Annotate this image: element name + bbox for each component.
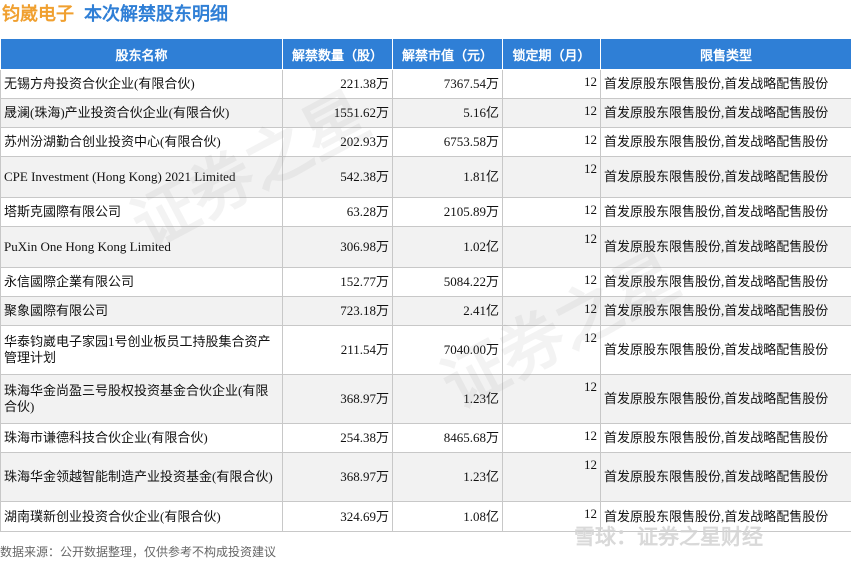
unlock-qty: 368.97万 xyxy=(282,452,393,502)
table-row: 塔斯克國際有限公司 63.28万 2105.89万 12 首发原股东限售股份,首… xyxy=(0,197,851,227)
shareholder-name: 湖南璞新创业投资合伙企业(有限合伙) xyxy=(0,501,283,532)
unlock-value: 1.02亿 xyxy=(392,226,503,268)
company-name: 钧崴电子 xyxy=(2,4,74,25)
restriction-type: 首发原股东限售股份,首发战略配售股份 xyxy=(600,267,851,297)
shareholder-name: 永信國際企業有限公司 xyxy=(0,267,283,297)
unlock-qty: 542.38万 xyxy=(282,156,393,198)
restriction-type: 首发原股东限售股份,首发战略配售股份 xyxy=(600,296,851,326)
shareholder-name: 晟澜(珠海)产业投资合伙企业(有限合伙) xyxy=(0,98,283,128)
table-row: 无锡方舟投资合伙企业(有限合伙) 221.38万 7367.54万 12 首发原… xyxy=(0,69,851,99)
unlock-qty: 254.38万 xyxy=(282,423,393,453)
lock-period: 12 xyxy=(502,374,601,424)
shareholder-name: 苏州汾湖勤合创业投资中心(有限合伙) xyxy=(0,127,283,157)
data-source-note: 数据来源：公开数据整理，仅供参考不构成投资建议 xyxy=(0,545,277,559)
unlock-value: 5084.22万 xyxy=(392,267,503,297)
restriction-type: 首发原股东限售股份,首发战略配售股份 xyxy=(600,197,851,227)
shareholder-name: 塔斯克國際有限公司 xyxy=(0,197,283,227)
unlock-value: 2.41亿 xyxy=(392,296,503,326)
shareholder-name: 无锡方舟投资合伙企业(有限合伙) xyxy=(0,69,283,99)
unlock-qty: 202.93万 xyxy=(282,127,393,157)
table-row: 晟澜(珠海)产业投资合伙企业(有限合伙) 1551.62万 5.16亿 12 首… xyxy=(0,98,851,128)
unlock-value: 1.81亿 xyxy=(392,156,503,198)
restriction-type: 首发原股东限售股份,首发战略配售股份 xyxy=(600,374,851,424)
shareholder-name: 珠海华金领越智能制造产业投资基金(有限合伙) xyxy=(0,452,283,502)
restriction-type: 首发原股东限售股份,首发战略配售股份 xyxy=(600,452,851,502)
column-header-lock-period: 锁定期（月） xyxy=(502,38,601,70)
lock-period: 12 xyxy=(502,296,601,326)
unlock-qty: 368.97万 xyxy=(282,374,393,424)
lock-period: 12 xyxy=(502,127,601,157)
table-row: PuXin One Hong Kong Limited 306.98万 1.02… xyxy=(0,226,851,268)
table-row: 聚象國際有限公司 723.18万 2.41亿 12 首发原股东限售股份,首发战略… xyxy=(0,296,851,326)
lock-period: 12 xyxy=(502,98,601,128)
shareholder-name: PuXin One Hong Kong Limited xyxy=(0,226,283,268)
unlock-value: 7040.00万 xyxy=(392,325,503,375)
restriction-type: 首发原股东限售股份,首发战略配售股份 xyxy=(600,69,851,99)
restriction-type: 首发原股东限售股份,首发战略配售股份 xyxy=(600,423,851,453)
table-row: 珠海华金尚盈三号股权投资基金合伙企业(有限合伙) 368.97万 1.23亿 1… xyxy=(0,374,851,424)
unlock-value: 7367.54万 xyxy=(392,69,503,99)
column-header-shareholder: 股东名称 xyxy=(0,38,283,70)
restriction-type: 首发原股东限售股份,首发战略配售股份 xyxy=(600,127,851,157)
restriction-type: 首发原股东限售股份,首发战略配售股份 xyxy=(600,226,851,268)
column-header-unlock-qty: 解禁数量（股） xyxy=(282,38,393,70)
unlock-value: 1.23亿 xyxy=(392,374,503,424)
lock-period: 12 xyxy=(502,156,601,198)
table-row: 珠海市谦德科技合伙企业(有限合伙) 254.38万 8465.68万 12 首发… xyxy=(0,423,851,453)
table-subtitle: 本次解禁股东明细 xyxy=(84,4,228,25)
table-header-row: 股东名称 解禁数量（股） 解禁市值（元） 锁定期（月） 限售类型 xyxy=(0,38,851,70)
shareholder-name: 珠海华金尚盈三号股权投资基金合伙企业(有限合伙) xyxy=(0,374,283,424)
xueqiu-brand-watermark: 雪球：证券之星财经 xyxy=(574,525,763,549)
unlock-qty: 221.38万 xyxy=(282,69,393,99)
restriction-type: 首发原股东限售股份,首发战略配售股份 xyxy=(600,156,851,198)
shareholder-name: 华泰钧崴电子家园1号创业板员工持股集合资产管理计划 xyxy=(0,325,283,375)
unlock-qty: 306.98万 xyxy=(282,226,393,268)
shareholder-name: 聚象國際有限公司 xyxy=(0,296,283,326)
unlock-qty: 63.28万 xyxy=(282,197,393,227)
unlock-value: 1.23亿 xyxy=(392,452,503,502)
unlock-value: 2105.89万 xyxy=(392,197,503,227)
unlock-shareholder-table: 股东名称 解禁数量（股） 解禁市值（元） 锁定期（月） 限售类型 无锡方舟投资合… xyxy=(0,38,851,532)
page-title: 钧崴电子 本次解禁股东明细 xyxy=(2,2,228,28)
table-row: 永信國際企業有限公司 152.77万 5084.22万 12 首发原股东限售股份… xyxy=(0,267,851,297)
column-header-unlock-value: 解禁市值（元） xyxy=(392,38,503,70)
lock-period: 12 xyxy=(502,69,601,99)
unlock-qty: 1551.62万 xyxy=(282,98,393,128)
lock-period: 12 xyxy=(502,325,601,375)
restriction-type: 首发原股东限售股份,首发战略配售股份 xyxy=(600,98,851,128)
lock-period: 12 xyxy=(502,197,601,227)
lock-period: 12 xyxy=(502,267,601,297)
unlock-qty: 152.77万 xyxy=(282,267,393,297)
lock-period: 12 xyxy=(502,423,601,453)
shareholder-name: CPE Investment (Hong Kong) 2021 Limited xyxy=(0,156,283,198)
unlock-value: 1.08亿 xyxy=(392,501,503,532)
lock-period: 12 xyxy=(502,226,601,268)
table-row: 珠海华金领越智能制造产业投资基金(有限合伙) 368.97万 1.23亿 12 … xyxy=(0,452,851,502)
restriction-type: 首发原股东限售股份,首发战略配售股份 xyxy=(600,325,851,375)
unlock-value: 8465.68万 xyxy=(392,423,503,453)
unlock-value: 5.16亿 xyxy=(392,98,503,128)
unlock-value: 6753.58万 xyxy=(392,127,503,157)
table-row: CPE Investment (Hong Kong) 2021 Limited … xyxy=(0,156,851,198)
table-row: 华泰钧崴电子家园1号创业板员工持股集合资产管理计划 211.54万 7040.0… xyxy=(0,325,851,375)
lock-period: 12 xyxy=(502,452,601,502)
shareholder-name: 珠海市谦德科技合伙企业(有限合伙) xyxy=(0,423,283,453)
column-header-restriction-type: 限售类型 xyxy=(600,38,851,70)
unlock-qty: 324.69万 xyxy=(282,501,393,532)
unlock-qty: 723.18万 xyxy=(282,296,393,326)
unlock-qty: 211.54万 xyxy=(282,325,393,375)
table-row: 苏州汾湖勤合创业投资中心(有限合伙) 202.93万 6753.58万 12 首… xyxy=(0,127,851,157)
